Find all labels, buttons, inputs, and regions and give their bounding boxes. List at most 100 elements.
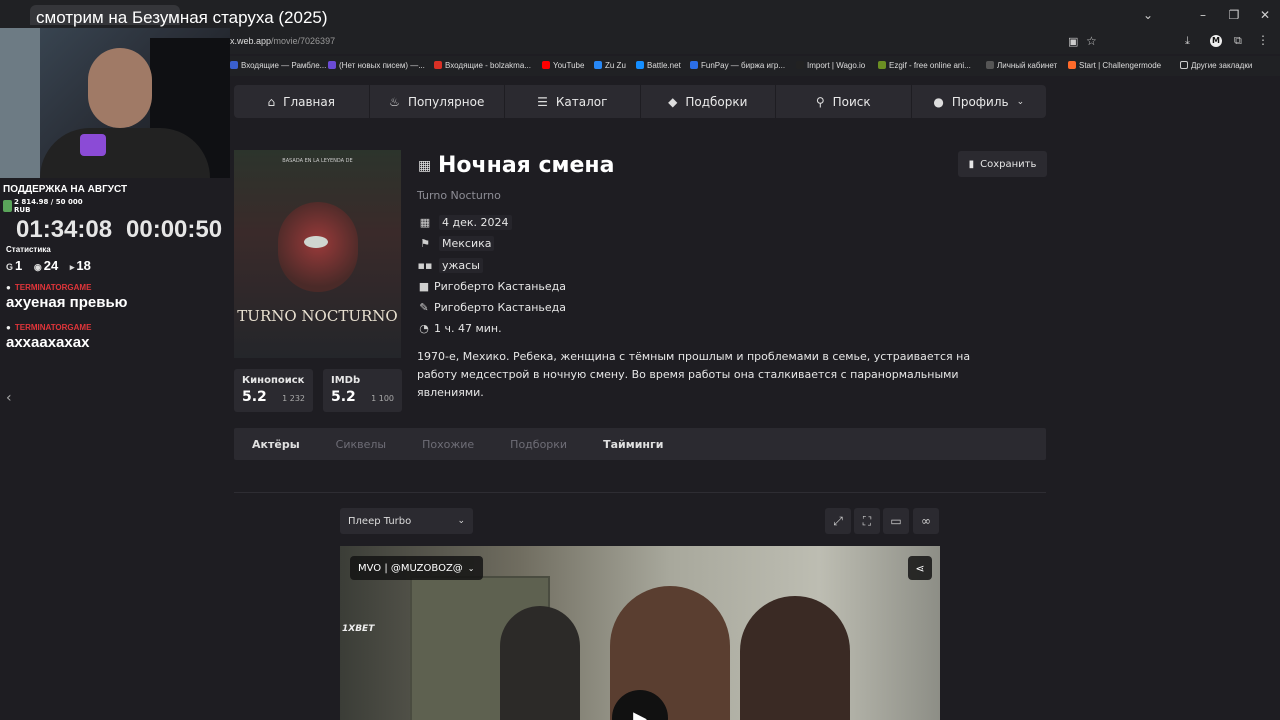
webcam-person-head xyxy=(88,48,152,128)
movie-description: 1970-е, Мехико. Ребека, женщина с тёмным… xyxy=(417,350,971,399)
bookmark-icon xyxy=(328,61,336,69)
menu-icon[interactable]: ⋮ xyxy=(1257,33,1269,47)
bookmark-item[interactable]: Start | Challengermode xyxy=(1068,61,1161,70)
bookmark-item[interactable]: Battle.net xyxy=(636,61,681,70)
funpay-icon xyxy=(690,61,698,69)
chevron-down-icon[interactable]: ⌄ xyxy=(1135,6,1161,24)
nav-search[interactable]: ⚲ Поиск xyxy=(776,85,912,118)
restore-icon[interactable]: ❐ xyxy=(1221,6,1247,24)
extension-icon[interactable]: M xyxy=(1210,35,1222,47)
voice-select[interactable]: MVO | @MUZOBOZ@ ⌄ xyxy=(350,556,483,580)
calendar-icon: ▦ xyxy=(419,215,431,229)
chevron-down-icon: ⌄ xyxy=(457,516,465,526)
divider xyxy=(234,492,1046,493)
search-icon: ⚲ xyxy=(815,94,825,109)
rating-name: IMDb xyxy=(331,375,361,386)
genre: ▪▪ ужасы xyxy=(417,256,483,274)
reader-icon[interactable]: ▣ xyxy=(1068,35,1078,48)
cursor-icon: ▸ xyxy=(69,262,75,272)
star-icon[interactable]: ☆ xyxy=(1086,34,1097,48)
progress-fill xyxy=(3,200,13,212)
shapes-icon: ◆ xyxy=(668,94,678,109)
bookmarks-bar: Входящие — Рамбле... (Нет новых писем) —… xyxy=(230,56,1280,76)
bookmark-item[interactable]: Import | Wago.io xyxy=(796,61,865,70)
stream-timer: 01:34:08 xyxy=(16,216,113,243)
address-bar[interactable]: x.web.app/movie/7026397 ▣ ☆ ⤓ M ⧉ ⋮ xyxy=(230,32,1280,54)
chat-username: TERMINATORGAME xyxy=(6,283,92,292)
webcam-feed xyxy=(0,28,230,178)
nav-collections[interactable]: ◆ Подборки xyxy=(641,85,776,118)
rating-imdb[interactable]: IMDb 5.2 1 100 xyxy=(323,369,402,412)
player-select[interactable]: Плеер Turbo ⌄ xyxy=(340,508,473,534)
youtube-icon xyxy=(542,61,550,69)
download-icon[interactable]: ⤓ xyxy=(1185,34,1190,48)
vk-icon xyxy=(594,61,602,69)
close-icon[interactable]: ✕ xyxy=(1252,6,1278,24)
webcam-light xyxy=(80,134,106,156)
rating-votes: 1 232 xyxy=(282,394,305,403)
nav-popular[interactable]: ♨ Популярное xyxy=(370,85,505,118)
nav-home[interactable]: ⌂ Главная xyxy=(234,85,370,118)
home-icon: ⌂ xyxy=(267,94,276,109)
tab-actors[interactable]: Актёры xyxy=(234,438,318,451)
release-date: ▦ 4 дек. 2024 xyxy=(417,213,512,231)
comment-icon[interactable]: ▭ xyxy=(883,508,909,534)
director: ■ Ригоберто Кастаньеда xyxy=(418,279,566,293)
pencil-icon: ✎ xyxy=(419,300,429,314)
rating-kinopoisk[interactable]: Кинопоиск 5.2 1 232 xyxy=(234,369,313,412)
minimize-icon[interactable]: – xyxy=(1190,6,1216,24)
user-icon: ● xyxy=(933,94,944,109)
save-button[interactable]: ▮ Сохранить xyxy=(958,151,1047,177)
video-frame-figure xyxy=(740,596,850,720)
bookmark-item[interactable]: Ezgif - free online ani... xyxy=(878,61,971,70)
rating-value: 5.2 xyxy=(242,389,267,405)
nav-catalog[interactable]: ☰ Каталог xyxy=(505,85,641,118)
film-icon: ▦ xyxy=(418,158,432,174)
nav-profile[interactable]: ● Профиль ⌄ xyxy=(912,85,1047,118)
content-tabs: Актёры Сиквелы Похожие Подборки Тайминги xyxy=(234,428,1046,460)
support-progress: 2 814.98 / 50 000 RUB xyxy=(3,198,93,214)
tab-similar[interactable]: Похожие xyxy=(404,438,492,451)
other-bookmarks[interactable]: Другие закладки xyxy=(1180,61,1252,70)
writer: ✎ Ригоберто Кастаньеда xyxy=(417,298,566,316)
poster-title: TURNO NOCTURNO xyxy=(237,307,398,325)
rating-value: 5.2 xyxy=(331,389,356,405)
gmail-icon xyxy=(434,61,442,69)
bookmark-item[interactable]: (Нет новых писем) —... xyxy=(328,61,425,70)
tab-collections[interactable]: Подборки xyxy=(492,438,585,451)
chevron-left-icon[interactable]: ‹ xyxy=(6,390,12,406)
stack-icon: ☰ xyxy=(537,94,548,109)
bookmark-item[interactable]: Личный кабинет xyxy=(986,61,1057,70)
stats-label: Статистика xyxy=(6,245,51,254)
bookmark-item[interactable]: YouTube xyxy=(542,61,584,70)
wago-icon xyxy=(796,61,804,69)
video-player[interactable]: MVO | @MUZOBOZ@ ⌄ ⋖ 1XBET ▶ xyxy=(340,546,940,720)
g-icon: G xyxy=(6,262,14,272)
tab-sequels[interactable]: Сиквелы xyxy=(318,438,404,451)
bookmark-item[interactable]: Zu Zu xyxy=(594,61,626,70)
play-icon: ▶ xyxy=(633,707,647,720)
puzzle-icon[interactable]: ⧉ xyxy=(1234,34,1242,48)
chevron-down-icon: ⌄ xyxy=(1016,96,1025,107)
bookmark-icon xyxy=(986,61,994,69)
url-text[interactable]: x.web.app/movie/7026397 xyxy=(230,36,335,46)
expand-icon[interactable]: ⤢ xyxy=(825,508,851,534)
tab-timings[interactable]: Тайминги xyxy=(585,438,681,451)
flag-icon: ⚑ xyxy=(420,236,430,250)
bookmark-item[interactable]: Входящие - bolzakma... xyxy=(434,61,531,70)
link-icon[interactable]: ∞ xyxy=(913,508,939,534)
duration: ◔ 1 ч. 47 мин. xyxy=(417,319,501,337)
url-path: /movie/7026397 xyxy=(271,36,336,46)
fullscreen-icon[interactable]: ⛶ xyxy=(854,508,880,534)
bookmark-item[interactable]: Входящие — Рамбле... xyxy=(230,61,326,70)
battlenet-icon xyxy=(636,61,644,69)
challengermode-icon xyxy=(1068,61,1076,69)
share-icon[interactable]: ⋖ xyxy=(908,556,932,580)
grid-icon: ▪▪ xyxy=(417,258,433,272)
bookmark-item[interactable]: FunPay — биржа игр... xyxy=(690,61,785,70)
sponsor-logo: 1XBET xyxy=(342,624,375,634)
video-frame-figure xyxy=(500,606,580,720)
chevron-down-icon: ⌄ xyxy=(467,563,475,573)
webcam-person-body xyxy=(40,128,210,178)
url-host: x.web.app xyxy=(230,36,272,46)
